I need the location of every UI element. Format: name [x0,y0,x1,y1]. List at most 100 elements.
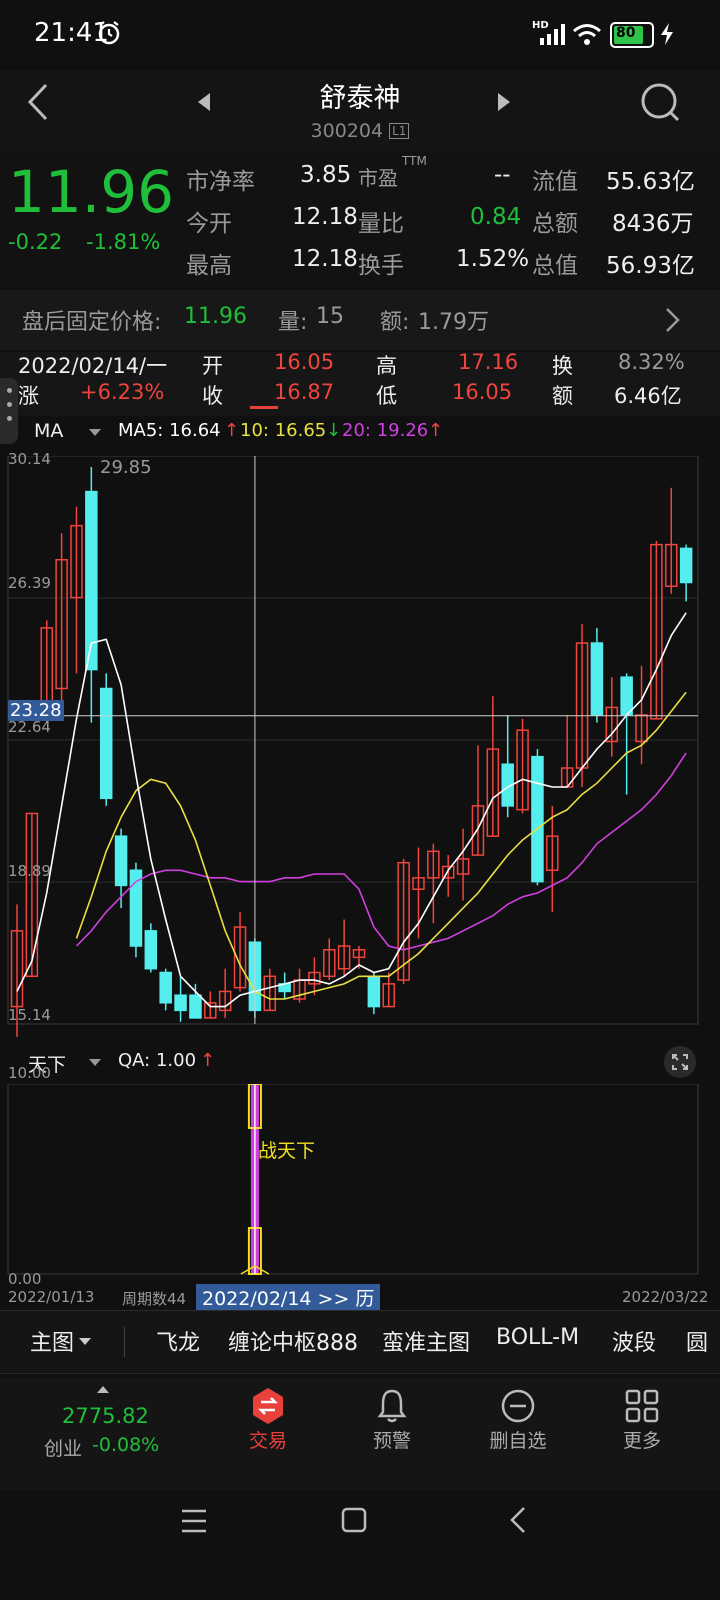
tab-more[interactable]: 圆 [686,1325,708,1357]
candle-body [590,642,604,716]
indicator-chart[interactable]: 10.00 0.00 战天下 2022/01/13 周期数44 2022/02/… [0,1064,720,1311]
candle-body [174,994,187,1012]
ind-y-min: 0.00 [8,1270,42,1288]
qa-label: QA: 1.00 [118,1050,197,1071]
field-label: 换手 [358,253,404,279]
field-value: 56.93亿 [606,253,695,279]
y-label: 26.39 [8,574,51,592]
stock-code-row: 300204 L1 [260,120,460,142]
tab-boduan[interactable]: 波段 [612,1325,656,1357]
candle-body [679,547,693,584]
ohlc-chg-label: 涨 [18,384,39,408]
candle-body [159,971,172,1004]
index-name: 创业 [44,1438,83,1460]
indicator-svg[interactable] [0,1083,720,1310]
back-nav-icon[interactable] [508,1506,528,1534]
field-label: 今开 [186,211,232,237]
expand-button[interactable] [664,1046,696,1078]
dropdown-icon[interactable] [78,1337,92,1347]
chevron-right-icon[interactable] [664,306,682,334]
crosshair-date-tag: 2022/02/14 >> 历 [196,1284,381,1311]
tab-feilong[interactable]: 飞龙 [156,1325,200,1357]
max-price-label: 29.85 [100,457,152,478]
caret-up-icon[interactable] [96,1384,110,1394]
ohlc-turn-label: 换 [552,354,573,378]
trade-icon [253,1388,283,1424]
next-stock-icon[interactable] [496,92,512,112]
quote-panel: 11.96 -0.22 -1.81% 市净率 3.85 市盈 TTM -- 流值… [0,152,720,286]
field-label: 最高 [186,253,232,279]
level-badge: L1 [389,123,410,139]
field-value: 1.52% [456,246,530,272]
field-label: 量比 [358,211,404,237]
charging-icon [661,23,673,45]
prev-stock-icon[interactable] [196,92,212,112]
candle-body [144,930,158,970]
kline-svg[interactable] [0,455,720,1046]
after-hours-price: 11.96 [184,304,247,329]
tab-boll[interactable]: BOLL-M [496,1325,579,1350]
nav-more-label: 更多 [622,1430,661,1452]
index-value[interactable]: 2775.82 [62,1404,149,1428]
after-hours-row[interactable]: 盘后固定价格: 11.96 量: 15 额: 1.79万 [0,290,720,350]
menu-icon[interactable] [180,1508,208,1534]
dropdown-icon[interactable] [88,1058,102,1068]
close-marker [250,406,278,409]
field-label: 市盈 [358,166,398,190]
ma5-line [16,612,687,1008]
after-hours-vol-label: 量: [278,310,308,335]
tab-manzhun[interactable]: 蛮准主图 [382,1325,470,1357]
y-label: 18.89 [8,862,51,880]
nav-remove-watchlist[interactable]: 删自选 [468,1386,568,1453]
ohlc-high: 17.16 [458,350,519,374]
home-icon[interactable] [340,1506,368,1534]
system-nav-bar [0,1490,720,1600]
battery-level: 80 [616,25,636,41]
ohlc-panel: 2022/02/14/一 开 16.05 高 17.16 换 8.32% 涨 +… [0,350,720,444]
field-label: 总额 [532,211,578,237]
field-label: 流值 [532,169,578,195]
up-arrow-icon: ↑ [224,420,240,441]
nav-alert[interactable]: 预警 [342,1386,442,1453]
ma5-label: MA5: 16.64 [118,420,221,441]
tab-chanlun[interactable]: 缠论中枢888 [228,1325,358,1357]
ohlc-high-label: 高 [376,354,397,378]
field-value: 8436万 [612,211,694,237]
bottom-nav: 2775.82 创业 -0.08% 交易 预警 删自选 更多 [0,1378,720,1490]
index-change: -0.08% [92,1434,160,1456]
down-arrow-icon: ↓ [326,420,342,441]
ma-selector[interactable]: MA [34,420,63,442]
candle-body [114,835,128,887]
tab-main[interactable]: 主图 [30,1325,74,1357]
ttm-sup: TTM [402,154,427,168]
ma-legend-row: MA MA5: 16.64 ↑ 10: 16.65 ↓ 20: 19.26 ↑ [0,418,720,458]
search-icon[interactable] [638,80,682,124]
field-value: 3.85 [300,162,352,188]
ohlc-open: 16.05 [274,350,335,374]
header: 舒泰神 300204 L1 [0,70,720,152]
x-start-label: 2022/01/13 [8,1288,95,1306]
nav-more[interactable]: 更多 [592,1386,692,1453]
ohlc-amt-label: 额 [552,384,573,408]
ohlc-low-label: 低 [376,384,397,408]
ind-frame [7,1083,699,1275]
ohlc-close-label: 收 [202,384,223,408]
stock-name: 舒泰神 [319,83,401,114]
x-end-label: 2022/03/22 [622,1288,709,1306]
after-hours-label: 盘后固定价格: [22,310,162,335]
field-label: 总值 [532,253,578,279]
tab-divider [124,1327,125,1357]
nav-remove-label: 删自选 [489,1430,547,1452]
ohlc-open-label: 开 [202,354,223,378]
nav-trade[interactable]: 交易 [218,1386,318,1453]
crosshair-price-tag: 23.28 [8,700,64,721]
kline-chart[interactable]: 30.14 26.39 22.64 18.89 15.14 29.85 23.2… [0,450,720,1046]
back-icon[interactable] [22,82,52,122]
candle-body [620,676,633,716]
ma20-line [75,752,687,951]
ma10-label: 10: 16.65 [240,420,327,441]
bell-icon [377,1389,407,1423]
field-value: 12.18 [292,246,358,272]
dropdown-icon[interactable] [88,428,102,438]
status-bar: 21:41 HD 80 [0,0,720,70]
